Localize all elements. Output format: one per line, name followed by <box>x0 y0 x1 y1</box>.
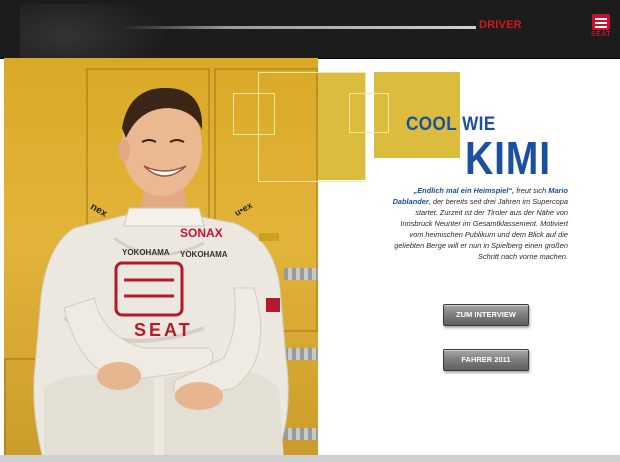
article-body: „Endlich mal ein Heimspiel“, freut sich … <box>392 185 568 262</box>
body-quote: „Endlich mal ein Heimspiel“, <box>413 186 515 195</box>
season-button[interactable]: FAHRER 2011 <box>443 349 529 371</box>
suit-sponsor-yokohama-left: YOKOHAMA <box>122 248 170 257</box>
headline-line2: KIMI <box>465 132 551 184</box>
deco-square-outline <box>349 93 389 133</box>
suit-brand: SEAT <box>134 320 193 340</box>
body-rest: , der bereits seit drei Jahren im Superc… <box>394 197 568 261</box>
page-frame: DRIVER SEAT SONAX YOKOHAMA YOKOHAMA SEAT… <box>0 0 620 462</box>
interview-button[interactable]: ZUM INTERVIEW <box>443 304 529 326</box>
header-bar: DRIVER SEAT <box>0 0 620 84</box>
brand-wordmark: SEAT <box>590 31 612 38</box>
bottom-strip <box>0 455 620 462</box>
header-rule <box>120 26 476 29</box>
seat-logo-icon <box>592 14 610 30</box>
brand-logo[interactable]: SEAT <box>583 14 619 46</box>
section-label: DRIVER <box>479 19 522 31</box>
body-verb: freut sich <box>514 186 549 195</box>
suit-sponsor-sonax: SONAX <box>180 226 223 240</box>
suit-sponsor-yokohama-right: YOKOHAMA <box>180 250 228 259</box>
